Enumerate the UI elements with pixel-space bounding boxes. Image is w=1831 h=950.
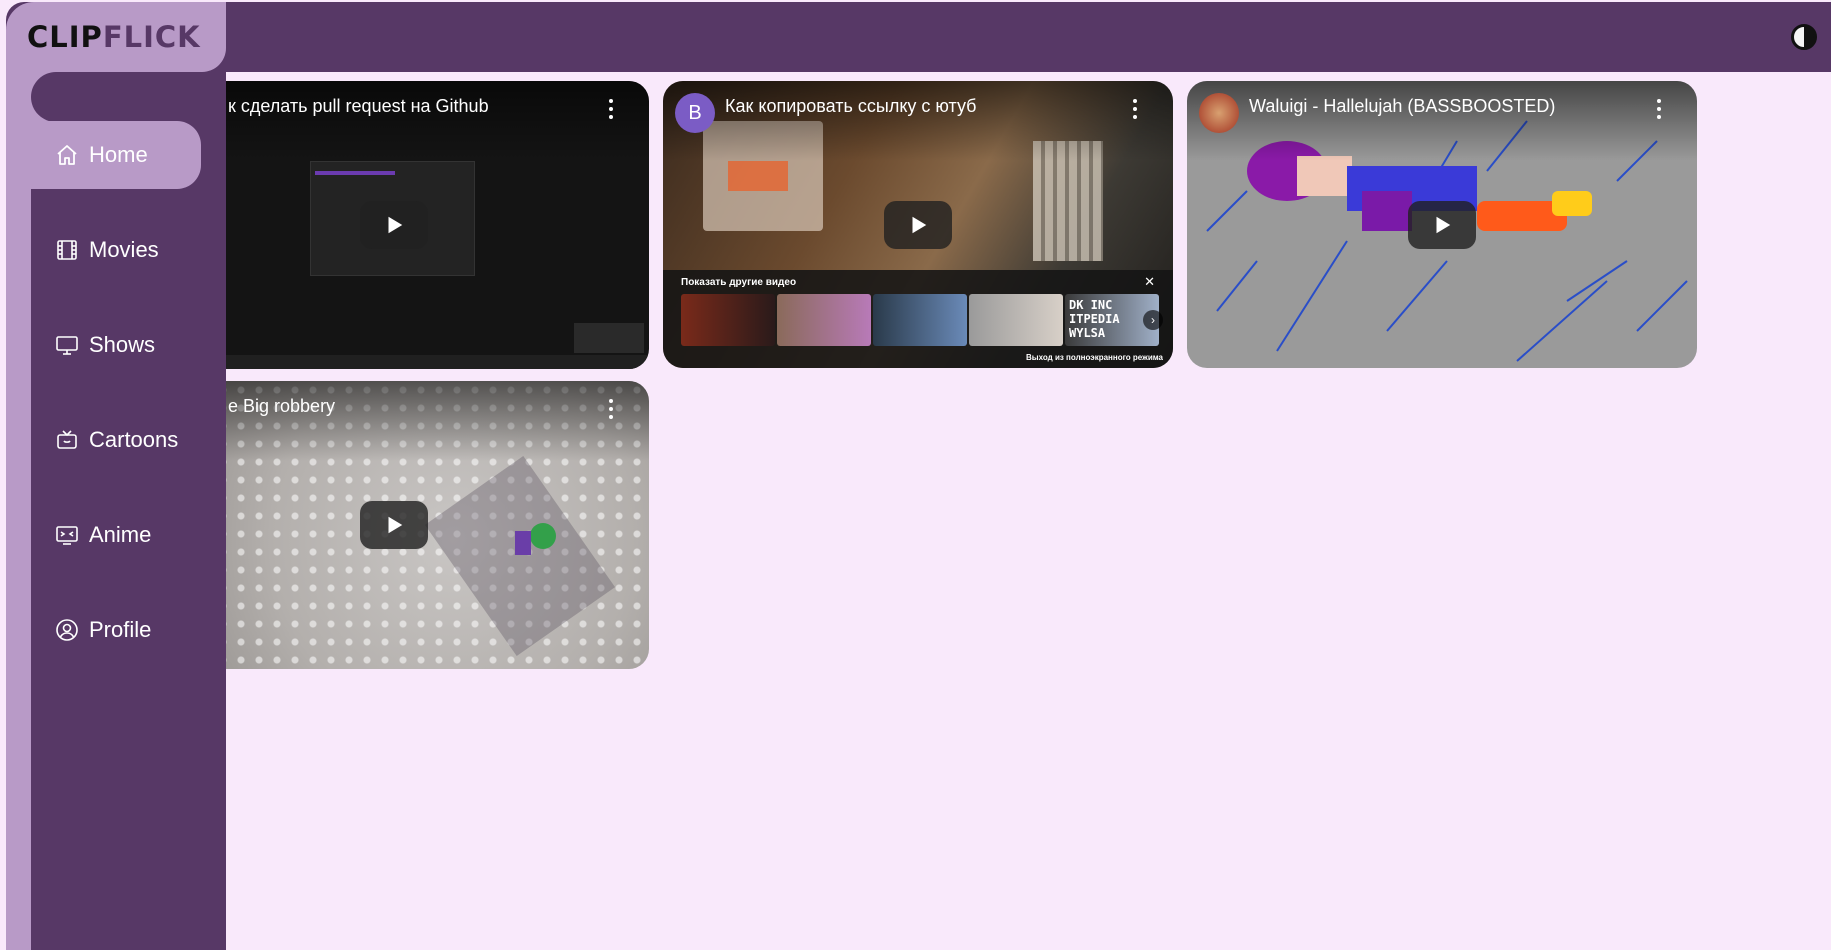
sidebar-item-label: Movies <box>89 237 159 262</box>
search-overlay[interactable] <box>31 72 226 122</box>
channel-avatar[interactable]: B <box>675 93 715 133</box>
logo[interactable]: CLIPFLICK <box>6 2 226 72</box>
play-button[interactable] <box>884 201 952 249</box>
more-videos-title: Показать другие видео <box>681 277 797 288</box>
video-title: к сделать pull request на Github <box>228 96 489 116</box>
play-icon <box>388 516 403 534</box>
sidebar-item-profile[interactable]: Profile <box>31 596 201 664</box>
logo-accent-text: FLICK <box>102 20 201 54</box>
chevron-right-icon[interactable]: › <box>1143 310 1163 330</box>
theme-toggle-icon[interactable] <box>1791 24 1817 50</box>
sidebar-rail-overlay <box>6 72 31 950</box>
home-icon <box>55 143 79 167</box>
related-video-thumbnail[interactable] <box>873 294 967 346</box>
related-thumbnails: DK INC ITPEDIA WYLSA <box>681 294 1159 346</box>
sidebar-item-label: Shows <box>89 332 156 357</box>
play-icon <box>388 216 403 234</box>
title-shade <box>1187 81 1697 161</box>
sidebar-item-label: Home <box>89 142 148 167</box>
sidebar-item-label: Cartoons <box>89 427 179 452</box>
film-icon <box>55 238 79 262</box>
sidebar-item-anime[interactable]: Anime <box>31 501 201 569</box>
sidebar-item-label: Profile <box>89 617 152 642</box>
close-icon[interactable]: ✕ <box>1144 274 1155 290</box>
more-options-icon[interactable] <box>1656 99 1662 119</box>
related-video-thumbnail[interactable] <box>777 294 871 346</box>
play-icon <box>912 216 927 234</box>
tv-icon <box>55 428 79 452</box>
title-shade <box>663 81 1173 161</box>
play-button[interactable] <box>360 501 428 549</box>
more-options-icon[interactable] <box>608 399 614 419</box>
video-card[interactable]: Waluigi - Hallelujah (BASSBOOSTED) <box>1187 81 1697 368</box>
logo-main-text: CLIP <box>27 20 103 54</box>
monitor-icon <box>55 333 79 357</box>
exit-fullscreen-label[interactable]: Выход из полноэкранного режима <box>1026 353 1163 362</box>
logo-text: CLIPFLICK <box>27 20 201 54</box>
video-card[interactable]: e Big robbery <box>160 381 649 669</box>
user-circle-icon <box>55 618 79 642</box>
video-card[interactable]: к сделать pull request на Github <box>160 81 649 369</box>
more-videos-panel: Показать другие видео ✕ DK INC ITPEDIA W… <box>663 270 1173 368</box>
video-card[interactable]: B Как копировать ссылку с ютуб Показать … <box>663 81 1173 368</box>
sidebar-item-home[interactable]: Home <box>31 121 201 189</box>
related-video-text: DK INC ITPEDIA WYLSA <box>1069 298 1120 340</box>
sidebar-item-shows[interactable]: Shows <box>31 311 201 379</box>
top-bar <box>6 2 1831 72</box>
sidebar-item-label: Anime <box>89 522 152 547</box>
channel-avatar[interactable] <box>1199 93 1239 133</box>
video-title: Waluigi - Hallelujah (BASSBOOSTED) <box>1249 96 1556 116</box>
title-shade <box>160 381 649 461</box>
more-options-icon[interactable] <box>608 99 614 119</box>
related-video-thumbnail[interactable] <box>681 294 775 346</box>
play-icon <box>1436 216 1451 234</box>
title-shade <box>160 81 649 161</box>
sidebar-item-cartoons[interactable]: Cartoons <box>31 406 201 474</box>
play-button[interactable] <box>360 201 428 249</box>
video-title: e Big robbery <box>228 396 336 416</box>
play-button[interactable] <box>1408 201 1476 249</box>
video-title: Как копировать ссылку с ютуб <box>725 96 977 116</box>
anime-icon <box>55 523 79 547</box>
related-video-thumbnail[interactable] <box>969 294 1063 346</box>
sidebar-item-movies[interactable]: Movies <box>31 216 201 284</box>
more-options-icon[interactable] <box>1132 99 1138 119</box>
